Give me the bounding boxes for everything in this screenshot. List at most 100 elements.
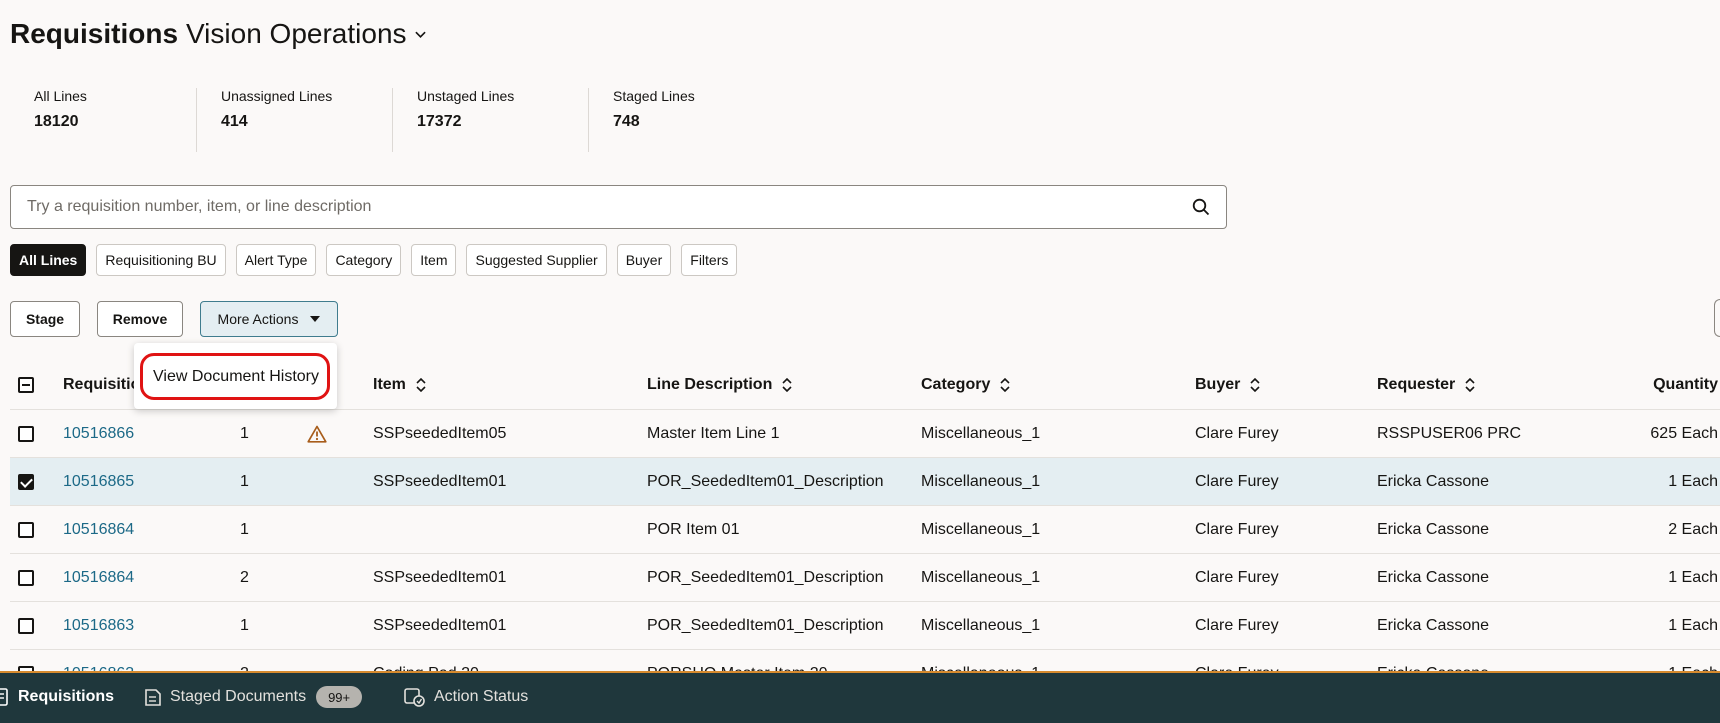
sort-icon [782,377,792,392]
column-label: Buyer [1195,375,1241,393]
requester: Ericka Cassone [1377,616,1490,634]
row-checkbox[interactable] [18,521,34,538]
requisition-link[interactable]: 10516864 [63,554,134,601]
count-label: All Lines [34,88,87,104]
chevron-down-icon[interactable] [414,29,426,40]
quantity: 2 Each [1668,520,1718,538]
filter-more-filters[interactable]: Filters [681,244,738,276]
sort-icon [1250,377,1260,392]
menu-item-view-document-history[interactable]: View Document History [140,353,330,400]
item-name: SSPseededItem01 [373,616,507,634]
document-icon [0,688,10,706]
staged-count-badge: 99+ [316,686,363,708]
category: Miscellaneous_1 [921,520,1041,538]
buyer: Clare Furey [1195,616,1279,634]
table-row[interactable]: 10516864 2 SSPseededItem01 POR_SeededIte… [10,554,1720,602]
count-all-lines[interactable]: All Lines 18120 [0,88,196,152]
line-number: 1 [240,520,249,538]
item-name: SSPseededItem05 [373,424,507,442]
count-staged-lines[interactable]: Staged Lines 748 [588,88,784,152]
table-row[interactable]: 10516864 1 POR Item 01 Miscellaneous_1 C… [10,506,1720,554]
buyer: Clare Furey [1195,568,1279,586]
side-panel-handle[interactable] [1714,299,1720,337]
tab-label: Action Status [434,688,529,705]
column-header-quantity[interactable]: Quantity [1653,360,1718,409]
count-label: Unstaged Lines [417,88,515,104]
warning-icon[interactable] [307,410,327,457]
count-value: 414 [221,113,248,130]
caret-down-icon [310,316,321,322]
remove-button[interactable]: Remove [97,301,183,337]
column-header-item[interactable]: Item [373,360,426,409]
filter-buyer[interactable]: Buyer [616,244,672,276]
tab-label: Requisitions [18,688,115,705]
item-name: SSPseededItem01 [373,568,507,586]
line-description: POR_SeededItem01_Description [647,568,884,586]
line-description: POR_SeededItem01_Description [647,616,884,634]
count-value: 748 [613,113,640,130]
business-unit-selector[interactable]: Vision Operations [186,18,407,50]
table-row[interactable]: 10516866 1 SSPseededItem05 Master Item L… [10,410,1720,458]
more-actions-button[interactable]: More Actions [200,301,338,337]
tab-requisitions[interactable]: Requisitions [0,671,114,723]
column-header-line-description[interactable]: Line Description [647,360,792,409]
filter-alert-type[interactable]: Alert Type [235,244,317,276]
line-description: POR_SeededItem01_Description [647,472,884,490]
bottom-tab-bar: Requisitions Staged Documents 99+ Action… [0,671,1720,723]
count-unstaged-lines[interactable]: Unstaged Lines 17372 [392,88,588,152]
requisition-link[interactable]: 10516865 [63,458,134,505]
row-checkbox[interactable] [18,569,34,586]
row-checkbox[interactable] [18,425,34,442]
filter-item[interactable]: Item [411,244,457,276]
row-checkbox[interactable] [18,473,34,490]
page-title: Requisitions Vision Operations [10,18,426,50]
column-header-category[interactable]: Category [921,360,1010,409]
quantity: 1 Each [1668,568,1718,586]
line-number: 1 [240,424,249,442]
requisition-link[interactable]: 10516863 [63,602,134,649]
column-header-buyer[interactable]: Buyer [1195,360,1260,409]
requisition-link[interactable]: 10516864 [63,506,134,553]
filter-suggested-supplier[interactable]: Suggested Supplier [466,244,607,276]
filter-chips: All Lines Requisitioning BU Alert Type C… [10,244,738,276]
filter-requisitioning-bu[interactable]: Requisitioning BU [96,244,226,276]
requester: Ericka Cassone [1377,520,1490,538]
count-unassigned-lines[interactable]: Unassigned Lines 414 [196,88,392,152]
requisition-link[interactable]: 10516866 [63,410,134,457]
column-label: Item [373,375,406,393]
table-row[interactable]: 10516863 1 SSPseededItem01 POR_SeededIte… [10,602,1720,650]
tab-action-status[interactable]: Action Status [404,671,528,723]
category: Miscellaneous_1 [921,568,1041,586]
line-number: 1 [240,616,249,634]
quantity: 625 Each [1650,424,1718,442]
stage-button[interactable]: Stage [10,301,80,337]
category: Miscellaneous_1 [921,472,1041,490]
line-description: POR Item 01 [647,520,740,538]
page-title-text: Requisitions [10,18,179,49]
category: Miscellaneous_1 [921,616,1041,634]
count-label: Staged Lines [613,88,695,104]
sort-icon [1000,377,1010,392]
filter-all-lines[interactable]: All Lines [10,244,87,276]
count-value: 18120 [34,113,79,130]
row-checkbox[interactable] [18,617,34,634]
line-description: Master Item Line 1 [647,424,780,442]
column-header-requester[interactable]: Requester [1377,360,1475,409]
quantity: 1 Each [1668,472,1718,490]
filter-category[interactable]: Category [326,244,402,276]
requester: RSSPUSER06 PRC [1377,424,1522,442]
more-actions-menu: View Document History [134,343,337,409]
requester: Ericka Cassone [1377,472,1490,490]
select-all-checkbox[interactable] [18,376,34,393]
table-row[interactable]: 10516865 1 SSPseededItem01 POR_SeededIte… [10,458,1720,506]
search-icon[interactable] [1176,198,1226,216]
tab-label: Staged Documents [170,688,307,705]
requisition-lines-table: Requisition Item Line Description Catego… [10,360,1720,698]
buyer: Clare Furey [1195,520,1279,538]
buyer: Clare Furey [1195,424,1279,442]
search-input[interactable] [11,186,1176,228]
tab-staged-documents[interactable]: Staged Documents 99+ [144,671,363,723]
column-label: Line Description [647,375,773,393]
quantity: 1 Each [1668,616,1718,634]
staged-documents-icon [144,687,162,707]
